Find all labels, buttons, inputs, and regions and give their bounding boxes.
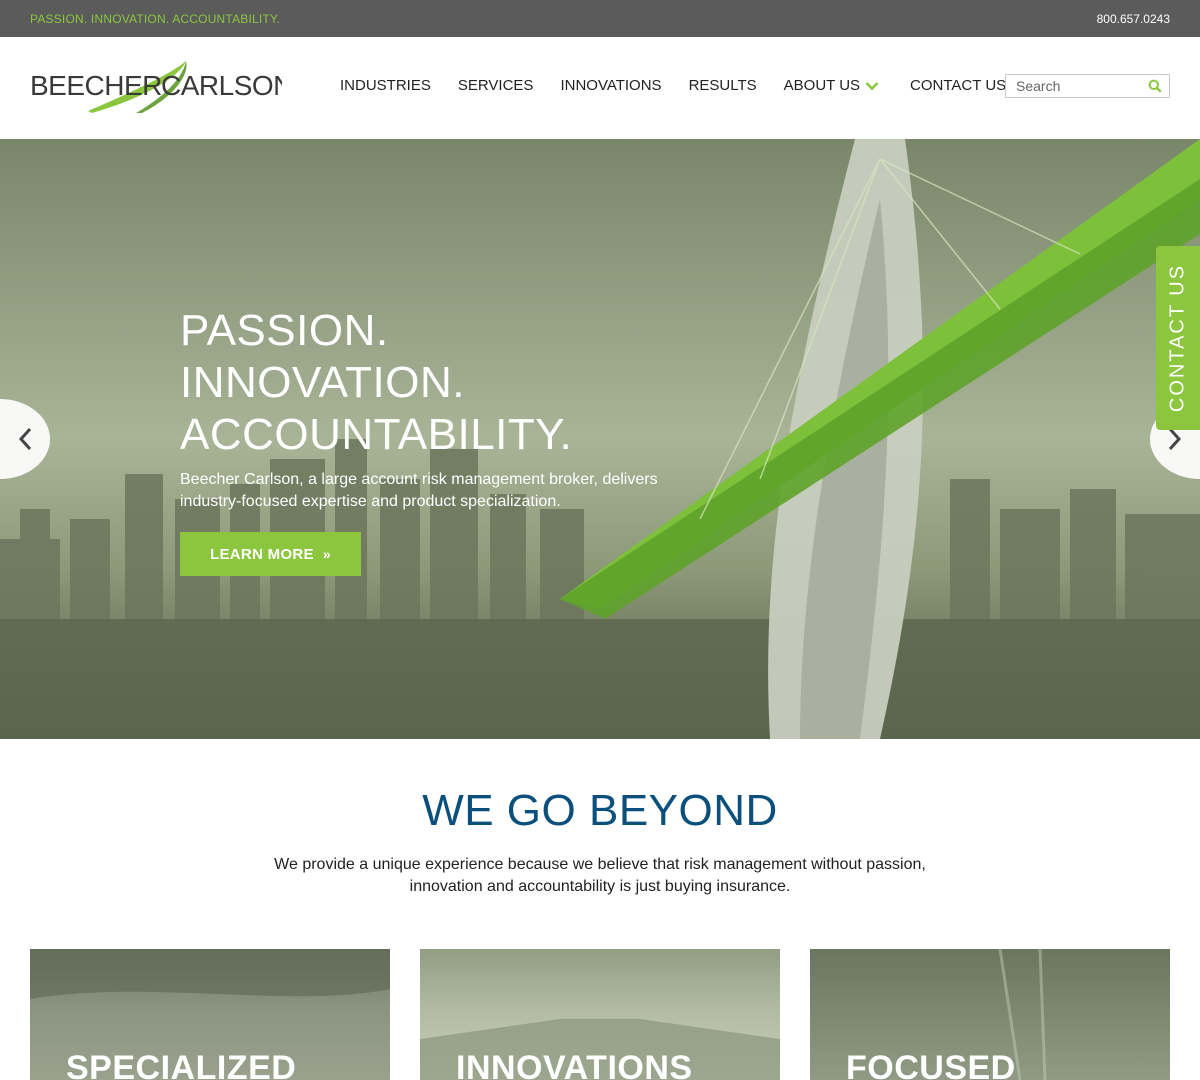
learn-more-button[interactable]: LEARN MORE » [180, 532, 361, 576]
search-box [1005, 74, 1170, 98]
phone-number[interactable]: 800.657.0243 [1097, 12, 1170, 26]
nav-about-us-label: ABOUT US [783, 77, 861, 94]
nav-contact-us-label: CONTACT US [910, 77, 1007, 94]
main-nav: INDUSTRIES SERVICES INNOVATIONS RESULTS … [340, 77, 1033, 94]
site-header: BEECHER CARLSON INDUSTRIES SERVICES INNO… [0, 37, 1200, 139]
card-specialized[interactable]: SPECIALIZED [30, 949, 390, 1080]
nav-contact-us[interactable]: CONTACT US [910, 77, 1006, 94]
logo-left-text: BEECHER [30, 70, 162, 101]
beecher-carlson-logo[interactable]: BEECHER CARLSON [30, 55, 293, 115]
nav-services-label: SERVICES [457, 77, 534, 94]
nav-results[interactable]: RESULTS [689, 77, 757, 94]
nav-industries-label: INDUSTRIES [340, 77, 431, 94]
nav-about-us[interactable]: ABOUT US [784, 77, 879, 94]
section-title: WE GO BEYOND [422, 786, 778, 835]
side-contact-tab[interactable]: CONTACT US [1156, 246, 1200, 430]
card-label: SPECIALIZED [66, 1049, 297, 1080]
hero-title: PASSION. INNOVATION. ACCOUNTABILITY. [180, 305, 572, 461]
card-label: INNOVATIONS [456, 1049, 693, 1080]
nav-results-label: RESULTS [688, 77, 757, 94]
learn-more-label: LEARN MORE [210, 545, 314, 563]
nav-innovations-label: INNOVATIONS [560, 77, 662, 94]
top-tagline: PASSION. INNOVATION. ACCOUNTABILITY. [30, 12, 281, 26]
nav-services[interactable]: SERVICES [458, 77, 534, 94]
hero-subtitle: Beecher Carlson, a large account risk ma… [180, 471, 658, 510]
card-innovations[interactable]: INNOVATIONS [420, 949, 780, 1080]
hero-slider: PASSION. INNOVATION. ACCOUNTABILITY. Bee… [0, 139, 1200, 739]
nav-innovations[interactable]: INNOVATIONS [560, 77, 661, 94]
hero-title-line-3: ACCOUNTABILITY. [180, 410, 573, 459]
card-label: FOCUSED [846, 1049, 1016, 1080]
chevron-right-icon [1168, 427, 1182, 451]
top-bar: PASSION. INNOVATION. ACCOUNTABILITY. 800… [0, 0, 1200, 37]
search-input[interactable] [1006, 75, 1146, 97]
card-focused[interactable]: FOCUSED [810, 949, 1170, 1080]
section-text: We provide a unique experience because w… [274, 856, 926, 895]
side-contact-label: CONTACT US [1166, 263, 1189, 413]
chevron-down-icon [865, 81, 879, 90]
double-chevron-right-icon: » [322, 546, 331, 562]
search-icon[interactable] [1148, 79, 1162, 93]
hero-title-line-2: INNOVATION. [180, 358, 465, 407]
logo-right-text: CARLSON [161, 70, 282, 101]
hero-title-line-1: PASSION. [180, 306, 389, 355]
nav-industries[interactable]: INDUSTRIES [340, 77, 431, 94]
chevron-left-icon [18, 427, 32, 451]
logo-mark: BEECHER CARLSON [30, 61, 293, 113]
